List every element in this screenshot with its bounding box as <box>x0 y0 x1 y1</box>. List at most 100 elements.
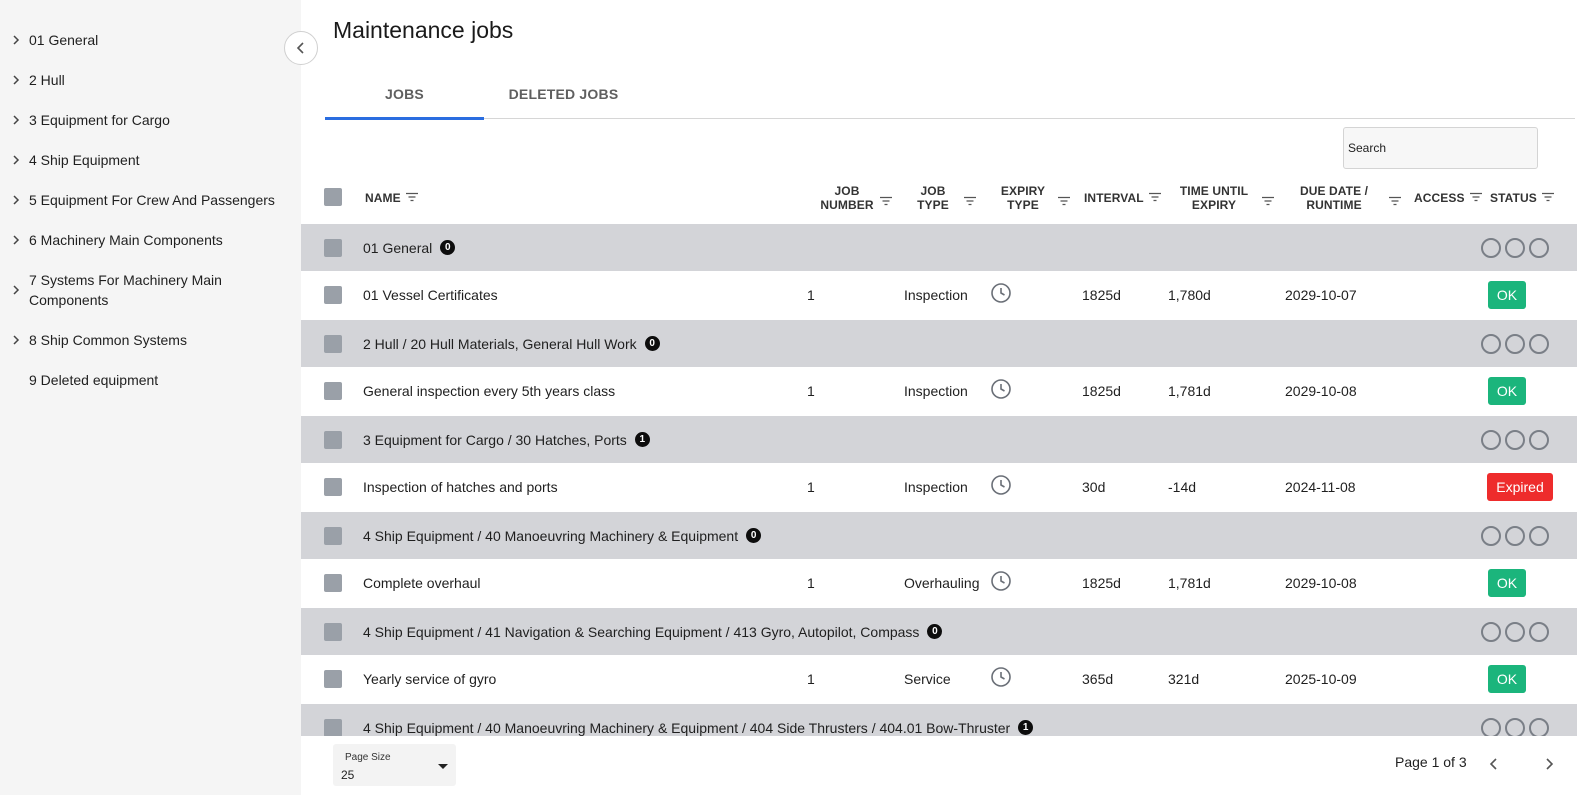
row-checkbox[interactable] <box>324 431 342 449</box>
filter-icon[interactable] <box>1148 191 1162 205</box>
filter-icon[interactable] <box>405 191 419 205</box>
group-row[interactable]: 4 Ship Equipment / 40 Manoeuvring Machin… <box>301 512 1577 559</box>
column-header-name[interactable]: NAME <box>365 174 419 222</box>
collapse-sidebar-button[interactable] <box>284 31 318 65</box>
column-header-access[interactable]: ACCESS <box>1414 174 1483 222</box>
group-name: 4 Ship Equipment / 40 Manoeuvring Machin… <box>363 719 1011 736</box>
previous-page-button[interactable] <box>1485 754 1503 774</box>
cell-due-date: 2024-11-08 <box>1285 479 1356 495</box>
cell-name: 2 Hull / 20 Hull Materials, General Hull… <box>363 320 660 367</box>
count-badge: 0 <box>644 336 660 351</box>
status-badge: Expired <box>1487 473 1553 501</box>
cell-name: Yearly service of gyro <box>363 655 496 703</box>
tree-item[interactable]: 7 Systems For Machinery Main Components <box>0 260 301 320</box>
status-cell: OK <box>1488 367 1526 415</box>
clock-icon <box>990 461 1012 509</box>
row-checkbox[interactable] <box>324 623 342 641</box>
tree-item[interactable]: 2 Hull <box>0 60 301 100</box>
cell-due-date: 2029-10-08 <box>1285 383 1357 399</box>
access-indicators <box>1481 608 1549 655</box>
chevron-right-icon[interactable] <box>10 190 29 210</box>
column-header-status[interactable]: STATUS <box>1490 174 1555 222</box>
group-row[interactable]: 3 Equipment for Cargo / 30 Hatches, Port… <box>301 416 1577 463</box>
chevron-right-icon[interactable] <box>10 230 29 250</box>
page-size-value: 25 <box>341 768 355 782</box>
group-row[interactable]: 01 General 0 <box>301 224 1577 271</box>
tree-item[interactable]: 5 Equipment For Crew And Passengers <box>0 180 301 220</box>
tree-item[interactable]: 4 Ship Equipment <box>0 140 301 180</box>
cell-interval: 1825d <box>1082 287 1121 303</box>
circle-icon <box>1481 621 1501 642</box>
table-row[interactable]: General inspection every 5th years class… <box>301 367 1577 415</box>
job-name: Complete overhaul <box>363 575 481 591</box>
group-row[interactable]: 4 Ship Equipment / 40 Manoeuvring Machin… <box>301 704 1577 736</box>
count-badge: 0 <box>440 240 456 255</box>
row-checkbox[interactable] <box>324 478 342 496</box>
table-row[interactable]: 01 Vessel Certificates 1 Inspection 1825d 1,… <box>301 271 1577 319</box>
tree-item[interactable]: 9 Deleted equipment <box>0 360 301 400</box>
next-page-button[interactable] <box>1540 754 1558 774</box>
filter-icon[interactable] <box>1261 193 1275 211</box>
chevron-left-icon <box>1489 758 1497 770</box>
column-header-due-date[interactable]: DUE DATE / RUNTIME <box>1291 174 1377 222</box>
row-checkbox[interactable] <box>324 335 342 353</box>
circle-icon <box>1529 237 1549 258</box>
cell-due-date: 2029-10-08 <box>1285 575 1357 591</box>
filter-icon[interactable] <box>1057 193 1071 211</box>
tab-jobs[interactable]: JOBS <box>325 70 484 120</box>
row-checkbox[interactable] <box>324 574 342 592</box>
row-checkbox[interactable] <box>324 239 342 257</box>
page-size-select[interactable]: Page Size 25 <box>333 744 456 786</box>
tree-item-label: 01 General <box>29 32 99 48</box>
filter-icon[interactable] <box>879 193 893 211</box>
cell-time-until-expiry: 1,781d <box>1168 575 1211 591</box>
tree-item[interactable]: 01 General <box>0 20 301 60</box>
column-header-expiry-type[interactable]: EXPIRY TYPE <box>991 174 1055 222</box>
jobs-table: NAME JOB NUMBER JOB TYPE EXPIRY TYPE INT… <box>301 174 1577 736</box>
row-checkbox[interactable] <box>324 382 342 400</box>
filter-icon[interactable] <box>963 193 977 211</box>
chevron-right-icon[interactable] <box>10 280 29 300</box>
circle-icon <box>1529 717 1549 736</box>
tab-deleted-jobs[interactable]: DELETED JOBS <box>484 70 643 118</box>
job-name: Inspection of hatches and ports <box>363 479 558 495</box>
filter-icon[interactable] <box>1388 193 1402 211</box>
table-row[interactable]: Yearly service of gyro 1 Service 365d 321d 20… <box>301 655 1577 703</box>
table-row[interactable]: Complete overhaul 1 Overhauling 1825d 1,781d… <box>301 559 1577 607</box>
column-header-job-type[interactable]: JOB TYPE <box>902 174 964 222</box>
column-header-job-number[interactable]: JOB NUMBER <box>807 174 887 222</box>
table-row[interactable]: Inspection of hatches and ports 1 Inspecti… <box>301 463 1577 511</box>
row-checkbox[interactable] <box>324 719 342 736</box>
cell-job-number: 1 <box>807 287 815 303</box>
chevron-right-icon[interactable] <box>10 70 29 90</box>
cell-name: 4 Ship Equipment / 40 Manoeuvring Machin… <box>363 704 1034 736</box>
circle-icon <box>1505 525 1525 546</box>
chevron-right-icon[interactable] <box>10 150 29 170</box>
group-row[interactable]: 2 Hull / 20 Hull Materials, General Hull… <box>301 320 1577 367</box>
search-input[interactable] <box>1343 127 1538 169</box>
filter-icon[interactable] <box>1469 191 1483 205</box>
group-row[interactable]: 4 Ship Equipment / 41 Navigation & Searc… <box>301 608 1577 655</box>
chevron-right-icon[interactable] <box>10 110 29 130</box>
circle-icon <box>1481 525 1501 546</box>
row-checkbox[interactable] <box>324 527 342 545</box>
column-header-time-until-expiry[interactable]: TIME UNTIL EXPIRY <box>1173 174 1255 222</box>
cell-job-number: 1 <box>807 575 815 591</box>
row-checkbox[interactable] <box>324 670 342 688</box>
chevron-right-icon[interactable] <box>10 330 29 350</box>
tree-item[interactable]: 8 Ship Common Systems <box>0 320 301 360</box>
tree-item[interactable]: 3 Equipment for Cargo <box>0 100 301 140</box>
cell-job-type: Inspection <box>904 479 968 495</box>
column-header-interval[interactable]: INTERVAL <box>1084 174 1162 222</box>
filter-icon[interactable] <box>1541 191 1555 205</box>
page-info: Page 1 of 3 <box>1395 754 1467 770</box>
cell-name: 4 Ship Equipment / 40 Manoeuvring Machin… <box>363 512 762 559</box>
cell-job-number: 1 <box>807 479 815 495</box>
circle-icon <box>1529 333 1549 354</box>
tree-item[interactable]: 6 Machinery Main Components <box>0 220 301 260</box>
select-all-checkbox[interactable] <box>324 188 342 206</box>
chevron-right-icon[interactable] <box>10 30 29 50</box>
row-checkbox[interactable] <box>324 286 342 304</box>
clock-icon <box>990 269 1012 317</box>
